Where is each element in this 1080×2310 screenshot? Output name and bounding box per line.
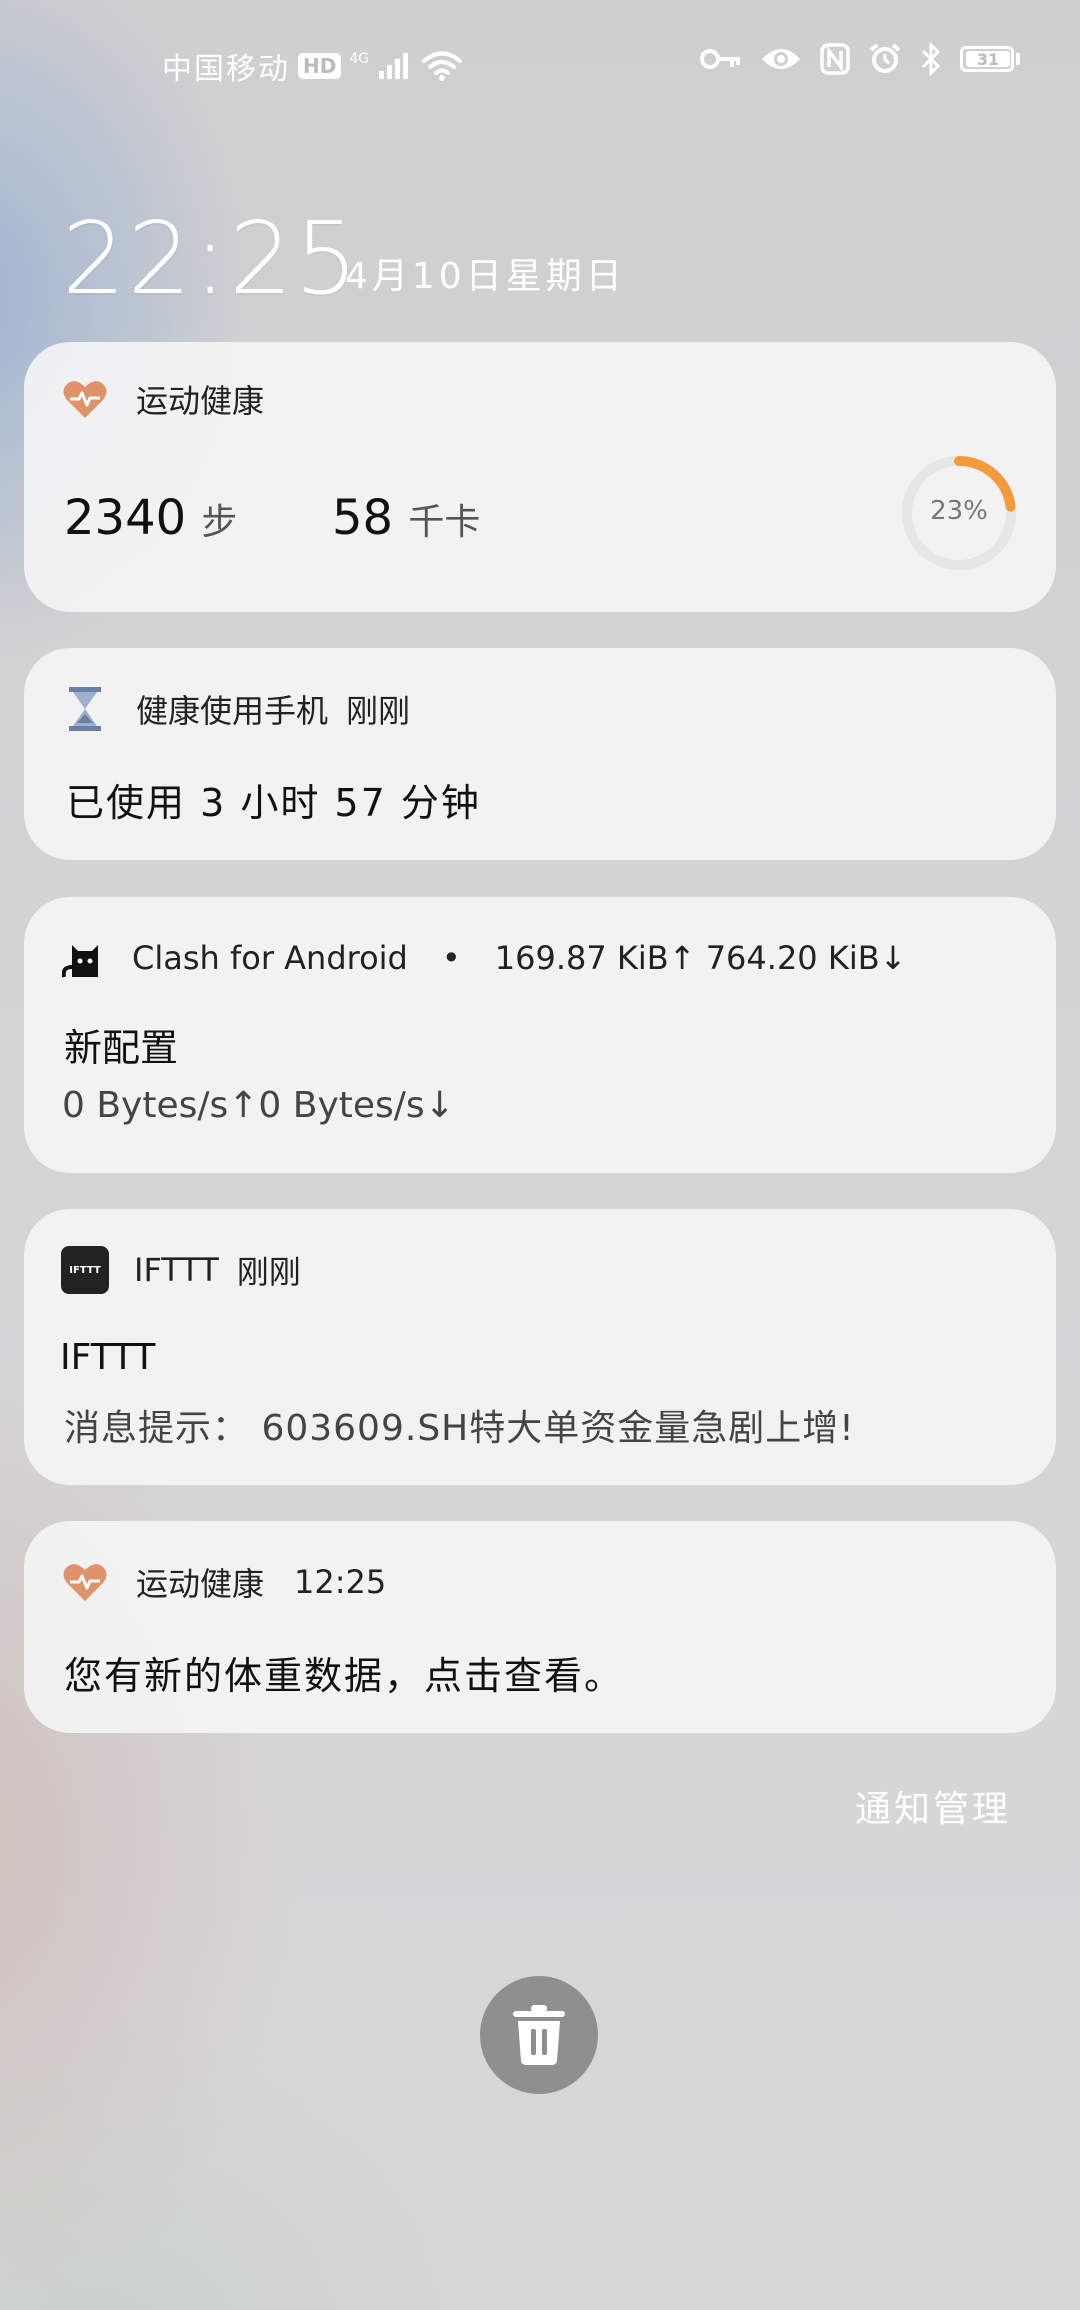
status-icons: 31 [700,42,1020,76]
battery-level: 31 [976,49,1000,69]
signal-icon [379,53,409,79]
app-name: 运动健康 [136,382,265,420]
nfc-icon [820,43,850,75]
cat-icon [60,933,110,983]
alarm-icon [869,43,901,73]
steps: 2340 步 [64,490,237,546]
steps-value: 2340 [64,490,187,546]
heart-icon [60,374,110,424]
notification-title: IFTTT [60,1337,156,1378]
hd-badge: HD [298,53,342,79]
notification-time: 刚刚 [236,1253,301,1291]
eye-icon [762,49,800,69]
network-type: 4G [349,51,370,67]
app-name: Clash for Android [132,939,408,977]
separator: • [441,939,461,977]
notification-title: 新配置 [64,1026,179,1070]
screen-time-notification[interactable]: 健康使用手机 刚刚 已使用 3 小时 57 分钟 [24,648,1056,860]
calories: 58 千卡 [332,490,480,546]
notification-body: 您有新的体重数据，点击查看。 [64,1654,625,1698]
calories-value: 58 [332,490,394,546]
notification-time: 刚刚 [346,692,411,730]
trash-icon [513,2005,565,2065]
lockscreen-time: 22:25 [62,200,361,317]
notification-body: 消息提示： 603609.SH特大单资金量急剧上增! [64,1408,855,1449]
notification-time: 12:25 [294,1563,387,1601]
wifi-icon [422,51,463,81]
key-icon [700,49,740,69]
lockscreen-date: 4月10日星期日 [345,256,626,297]
carrier-name: 中国移动 [162,52,290,87]
clash-notification[interactable]: Clash for Android • 169.87 KiB↑ 764.20 K… [24,897,1056,1173]
ifttt-notification[interactable]: IFTTT IFTTT 刚刚 IFTTT 消息提示： 603609.SH特大单资… [24,1209,1056,1485]
status-bar: 中国移动 HD 4G 31 [0,30,1080,95]
app-name: 运动健康 [136,1565,265,1603]
app-name: IFTTT [134,1251,219,1289]
traffic-summary: 169.87 KiB↑ 764.20 KiB↓ [494,939,907,977]
calories-unit: 千卡 [408,502,481,543]
notification-manage-link[interactable]: 通知管理 [855,1780,1011,1832]
hourglass-icon [60,684,110,734]
health-summary-notification[interactable]: 运动健康 2340 步 58 千卡 23% [24,342,1056,612]
heart-icon [60,1557,110,1607]
steps-unit: 步 [201,502,238,543]
battery-icon: 31 [960,46,1020,72]
weight-notification[interactable]: 运动健康 12:25 您有新的体重数据，点击查看。 [24,1521,1056,1733]
carrier-info: 中国移动 HD 4G [162,44,463,88]
ifttt-icon: IFTTT [60,1245,110,1295]
bluetooth-icon [921,42,941,76]
progress-ring: 23% [898,452,1020,574]
notification-body: 0 Bytes/s↑0 Bytes/s↓ [62,1085,455,1126]
notification-body: 已使用 3 小时 57 分钟 [66,781,481,825]
app-name: 健康使用手机 [136,692,329,730]
clear-all-button[interactable] [480,1976,598,2094]
ifttt-icon-text: IFTTT [69,1264,101,1276]
progress-label: 23% [930,496,988,526]
